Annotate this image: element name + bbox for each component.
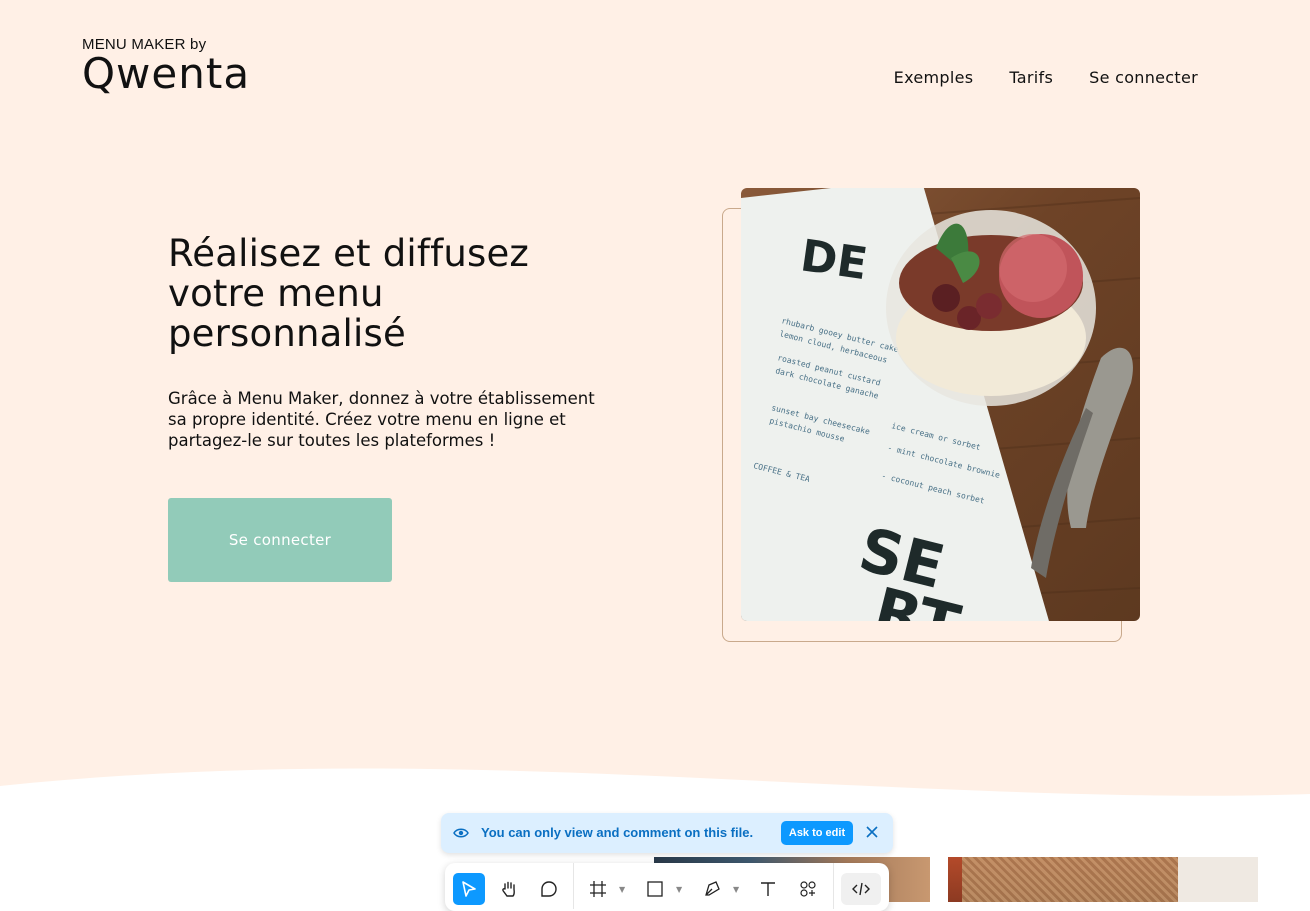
rattan-texture <box>962 857 1178 902</box>
chevron-down-icon[interactable]: ▼ <box>733 885 739 894</box>
nav-link-login[interactable]: Se connecter <box>1089 68 1198 87</box>
rectangle-icon[interactable] <box>639 873 671 905</box>
svg-text:DE: DE <box>797 230 870 290</box>
ask-to-edit-button[interactable]: Ask to edit <box>781 821 853 845</box>
hero-subtitle-line: Grâce à Menu Maker, donnez à votre établ… <box>168 389 595 408</box>
frame-icon[interactable] <box>582 873 614 905</box>
logo-wordmark: Qwenta <box>82 49 251 98</box>
toolbar-divider <box>833 863 834 909</box>
components-icon[interactable] <box>792 873 824 905</box>
pen-icon[interactable] <box>696 873 728 905</box>
hero-title: Réalisez et diffusez votre menu personna… <box>168 234 608 354</box>
text-icon[interactable] <box>752 873 784 905</box>
comment-icon[interactable] <box>533 873 565 905</box>
logo[interactable]: MENU MAKER by Qwenta <box>82 36 250 96</box>
wall-area <box>1178 857 1258 902</box>
hero-subtitle: Grâce à Menu Maker, donnez à votre établ… <box>168 388 638 451</box>
dev-mode-icon[interactable] <box>841 873 881 905</box>
eye-icon <box>453 828 469 838</box>
hero-photo-dessert-menu: DE SE RT rhubarb gooey butter cake lemon… <box>741 188 1140 621</box>
login-button[interactable]: Se connecter <box>168 498 392 582</box>
nav-link-exemples[interactable]: Exemples <box>894 68 974 87</box>
nav-link-tarifs[interactable]: Tarifs <box>1009 68 1053 87</box>
main-nav: Exemples Tarifs Se connecter <box>894 68 1198 87</box>
move-icon[interactable] <box>453 873 485 905</box>
hero-title-line: personnalisé <box>168 312 406 355</box>
hero-subtitle-line: sa propre identité. Créez votre menu en … <box>168 410 566 429</box>
chevron-down-icon[interactable]: ▼ <box>676 885 682 894</box>
close-icon[interactable] <box>865 825 879 839</box>
view-only-message: You can only view and comment on this fi… <box>481 825 754 840</box>
toolbar-divider <box>573 863 574 909</box>
hero-title-line: votre menu <box>168 272 384 315</box>
example-photo-2 <box>948 857 1258 902</box>
design-toolbar: ▼ ▼ ▼ <box>445 863 889 911</box>
hero-title-line: Réalisez et diffusez <box>168 232 530 275</box>
hand-icon[interactable] <box>493 873 525 905</box>
hero-subtitle-line: partagez-le sur toutes les plateformes ! <box>168 431 496 450</box>
chevron-down-icon[interactable]: ▼ <box>619 885 625 894</box>
